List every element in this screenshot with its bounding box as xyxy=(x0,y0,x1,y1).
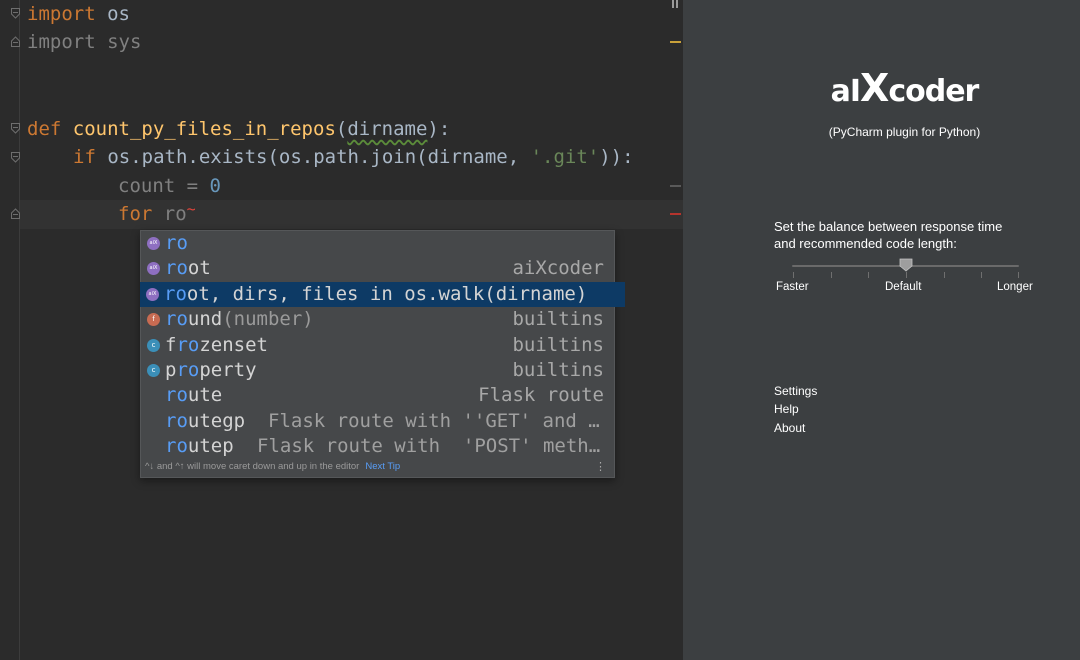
completion-label: root xyxy=(165,257,211,280)
aixcoder-icon: aiX xyxy=(147,237,160,250)
completion-popup[interactable]: aiX ro aiX root aiXcoder aiX root, dirs, files… xyxy=(140,230,625,478)
balance-description: Set the balance between response time an… xyxy=(774,219,1003,251)
completion-label: round(number) xyxy=(165,308,314,331)
help-link[interactable]: Help xyxy=(774,402,799,416)
code-line-7[interactable]: count = 0 xyxy=(118,172,221,201)
error-marker: ~ xyxy=(186,200,196,218)
about-link[interactable]: About xyxy=(774,421,805,435)
fold-open-icon[interactable] xyxy=(11,123,20,134)
code-editor[interactable]: import os import sys def count_py_files_… xyxy=(0,0,683,660)
aixcoder-logo: aIXcoder xyxy=(830,66,980,110)
slider-label-faster: Faster xyxy=(776,281,809,293)
class-icon: c xyxy=(147,363,160,377)
error-stripe[interactable] xyxy=(670,213,681,215)
slider-tick xyxy=(831,272,832,278)
completion-type: builtins xyxy=(512,333,604,356)
aixcoder-panel: aIXcoder (PyCharm plugin for Python) Set… xyxy=(683,0,1080,660)
completion-item[interactable]: f round(number) builtins xyxy=(141,307,614,332)
more-options-icon[interactable]: ⋮ xyxy=(595,459,606,475)
popup-footer: ^↓ and ^↑ will move caret down and up in… xyxy=(145,459,610,475)
slider-tick xyxy=(906,272,907,278)
slider-tick xyxy=(793,272,794,278)
completion-label: frozenset xyxy=(165,333,268,356)
completion-item[interactable]: c property builtins xyxy=(141,358,614,383)
code-line-1[interactable]: import os xyxy=(27,0,130,29)
completion-label: root, dirs, files in os.walk(dirname) xyxy=(164,282,588,305)
slider-tick xyxy=(944,272,945,278)
completion-label: routegp xyxy=(165,409,246,432)
completion-item[interactable]: routegp Flask route with ''GET' and … xyxy=(141,409,614,434)
completion-type: builtins xyxy=(512,308,604,331)
class-icon: c xyxy=(147,338,160,352)
completion-label: routep xyxy=(165,435,234,458)
code-line-8[interactable]: for ro~ xyxy=(118,200,196,229)
aixcoder-icon: aiX xyxy=(147,262,160,276)
completion-label: ro xyxy=(165,232,188,254)
aixcoder-icon: aiX xyxy=(146,287,159,301)
plugin-subtitle: (PyCharm plugin for Python) xyxy=(828,125,981,139)
code-line-2[interactable]: import sys xyxy=(27,28,141,57)
completion-item[interactable]: aiX root, dirs, files in os.walk(dirname) xyxy=(140,281,625,308)
completion-item[interactable]: aiX root aiXcoder xyxy=(141,256,614,281)
warning-stripe[interactable] xyxy=(670,41,681,43)
completion-label: route xyxy=(165,384,223,407)
fold-close-icon[interactable] xyxy=(11,208,20,219)
completion-description: Flask route with ''GET' and … xyxy=(268,409,600,432)
code-line-5[interactable]: def count_py_files_in_repos(dirname): xyxy=(27,115,450,144)
fold-open-icon[interactable] xyxy=(11,152,20,163)
slider-tick xyxy=(868,272,869,278)
slider-label-default: Default xyxy=(885,281,922,293)
completion-type: aiXcoder xyxy=(512,257,604,280)
slider-tick xyxy=(1018,272,1019,278)
slider-label-longer: Longer xyxy=(997,281,1033,293)
completion-label: property xyxy=(165,358,257,381)
completion-description: Flask route with 'POST' meth… xyxy=(257,435,601,458)
next-tip-link[interactable]: Next Tip xyxy=(365,461,400,472)
info-stripe[interactable] xyxy=(670,185,681,187)
settings-link[interactable]: Settings xyxy=(774,384,817,398)
fold-open-icon[interactable] xyxy=(11,8,20,19)
completion-type: Flask route xyxy=(478,384,604,407)
function-icon: f xyxy=(147,313,160,327)
slider-tick xyxy=(981,272,982,278)
completion-item[interactable]: aiX ro xyxy=(141,231,614,256)
slider-thumb[interactable] xyxy=(899,258,913,272)
completion-type: builtins xyxy=(512,358,604,381)
fold-close-icon[interactable] xyxy=(11,36,20,47)
completion-item[interactable]: routep Flask route with 'POST' meth… xyxy=(141,434,614,459)
gutter-divider xyxy=(19,0,20,660)
code-line-6[interactable]: if os.path.exists(os.path.join(dirname, … xyxy=(73,143,634,172)
completion-item[interactable]: route Flask route xyxy=(141,383,614,408)
completion-item[interactable]: c frozenset builtins xyxy=(141,333,614,358)
pause-icon[interactable] xyxy=(672,0,679,9)
footer-hint: ^↓ and ^↑ will move caret down and up in… xyxy=(145,461,360,472)
